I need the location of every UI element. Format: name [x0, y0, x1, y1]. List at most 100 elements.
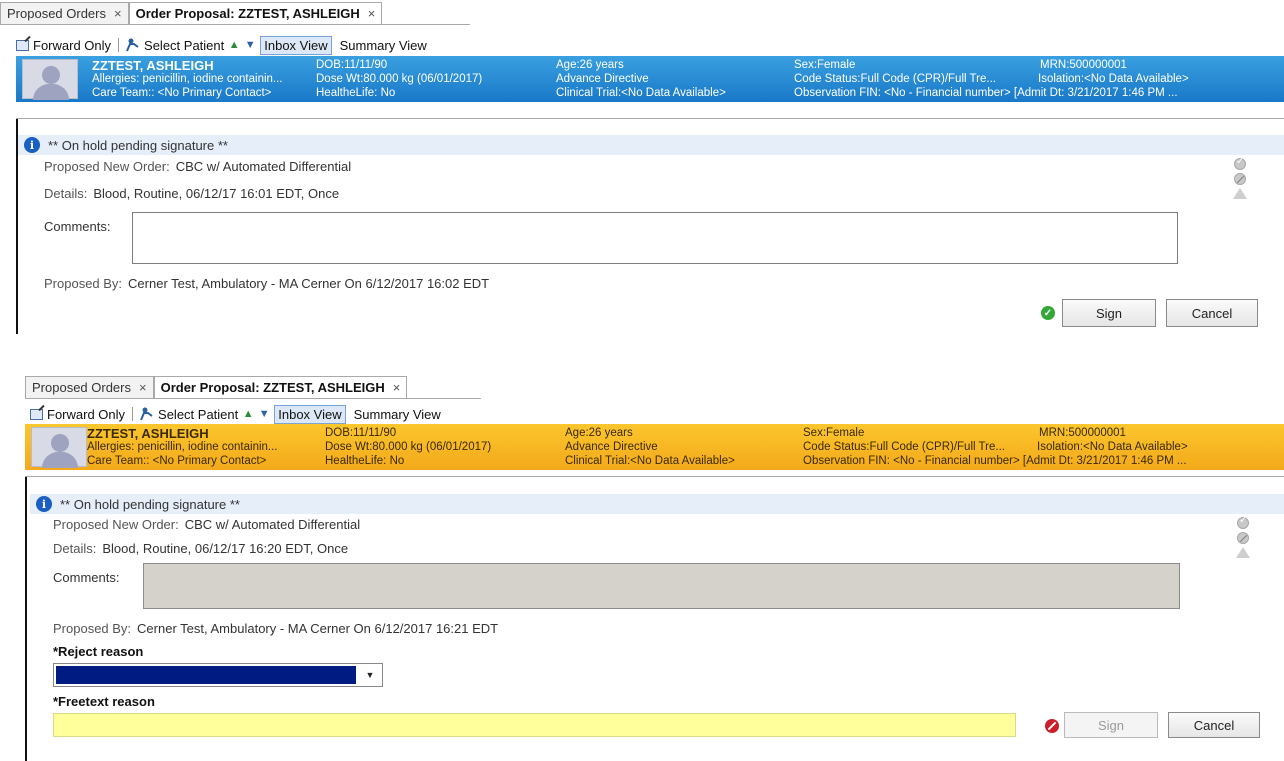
- dose-weight: Dose Wt:80.000 kg (06/01/2017): [316, 73, 483, 85]
- summary-view-button[interactable]: Summary View: [336, 36, 431, 55]
- care-team: Care Team:: <No Primary Contact>: [92, 87, 272, 99]
- toolbar: Forward Only Select Patient ▲ ▼ Inbox Vi…: [30, 404, 445, 424]
- tab-proposed-orders[interactable]: Proposed Orders ×: [0, 2, 129, 24]
- code-status: Code Status:Full Code (CPR)/Full Tre...: [794, 73, 996, 85]
- clinical-trial: Clinical Trial:<No Data Available>: [565, 455, 735, 467]
- divider: [16, 118, 1284, 119]
- cancel-button[interactable]: Cancel: [1168, 712, 1260, 738]
- tab-strip: Proposed Orders × Order Proposal: ZZTEST…: [25, 376, 408, 398]
- details-label: Details:: [44, 186, 88, 201]
- proposed-order-row: Proposed New Order: CBC w/ Automated Diff…: [44, 159, 351, 174]
- comments-label: Comments:: [44, 219, 111, 234]
- forward-icon: [16, 39, 29, 51]
- reject-reason-select[interactable]: ▼: [53, 663, 383, 687]
- avatar: [31, 427, 87, 468]
- proposed-by-row: Proposed By: Cerner Test, Ambulatory - MA…: [53, 621, 498, 636]
- check-icon: [1237, 515, 1249, 529]
- age: Age:26 years: [556, 59, 624, 71]
- cancel-icon: [1234, 173, 1246, 185]
- close-icon[interactable]: ×: [368, 6, 376, 21]
- tab-label: Proposed Orders: [32, 380, 131, 395]
- observation-fin: Observation FIN: <No - Financial number>…: [803, 455, 1187, 467]
- tab-label: Order Proposal: ZZTEST, ASHLEIGH: [135, 6, 360, 21]
- info-icon: i: [24, 137, 40, 153]
- arrow-up-icon[interactable]: ▲: [228, 39, 240, 52]
- proposed-by-value: Cerner Test, Ambulatory - MA Cerner On 6…: [128, 276, 490, 291]
- sex: Sex:Female: [794, 59, 856, 71]
- divider: [132, 407, 134, 421]
- proposed-by-value: Cerner Test, Ambulatory - MA Cerner On 6…: [137, 621, 499, 636]
- divider: [25, 398, 481, 399]
- patient-name: ZZTEST, ASHLEIGH: [92, 59, 214, 72]
- dose-weight: Dose Wt:80.000 kg (06/01/2017): [325, 441, 492, 453]
- advance-directive[interactable]: Advance Directive: [556, 73, 649, 86]
- inbox-view-button[interactable]: Inbox View: [260, 35, 332, 55]
- cancel-icon: [1237, 532, 1249, 544]
- tab-order-proposal[interactable]: Order Proposal: ZZTEST, ASHLEIGH ×: [153, 376, 408, 398]
- advance-directive[interactable]: Advance Directive: [565, 441, 658, 454]
- hold-status-text: ** On hold pending signature **: [60, 496, 240, 512]
- sign-button[interactable]: Sign: [1064, 712, 1158, 738]
- proposed-by-row: Proposed By: Cerner Test, Ambulatory - MA…: [44, 276, 489, 291]
- tab-strip: Proposed Orders × Order Proposal: ZZTEST…: [0, 2, 383, 24]
- sign-button[interactable]: Sign: [1062, 299, 1156, 327]
- freetext-reason-label: *Freetext reason: [53, 694, 155, 709]
- healthelife: HealtheLife: No: [325, 455, 405, 467]
- tab-order-proposal[interactable]: Order Proposal: ZZTEST, ASHLEIGH ×: [128, 2, 383, 24]
- avatar: [22, 59, 78, 100]
- cancel-button[interactable]: Cancel: [1166, 299, 1258, 327]
- toolbar: Forward Only Select Patient ▲ ▼ Inbox Vi…: [16, 35, 431, 55]
- code-status: Code Status:Full Code (CPR)/Full Tre...: [803, 441, 1005, 453]
- select-patient-button[interactable]: Select Patient: [158, 407, 238, 422]
- warning-icon: [1236, 547, 1250, 558]
- reject-reason-value: [56, 666, 356, 684]
- cancel-icon: [1045, 719, 1059, 733]
- allergies: Allergies: penicillin, iodine containin.…: [87, 441, 278, 453]
- forward-only-button[interactable]: Forward Only: [47, 407, 125, 422]
- chevron-down-icon[interactable]: ▼: [358, 664, 382, 686]
- inbox-view-button[interactable]: Inbox View: [274, 404, 346, 424]
- close-icon[interactable]: ×: [114, 6, 122, 21]
- proposed-order-label: Proposed New Order:: [53, 517, 179, 532]
- proposed-by-label: Proposed By:: [53, 621, 132, 636]
- proposed-order-label: Proposed New Order:: [44, 159, 170, 174]
- details-value: Blood, Routine, 06/12/17 16:20 EDT, Once: [102, 541, 349, 556]
- forward-only-button[interactable]: Forward Only: [33, 38, 111, 53]
- details-value: Blood, Routine, 06/12/17 16:01 EDT, Once: [93, 186, 340, 201]
- status-icons: [1232, 156, 1248, 199]
- comments-label: Comments:: [53, 570, 120, 585]
- person-icon: [140, 407, 153, 421]
- divider: [25, 476, 27, 761]
- person-icon: [126, 38, 139, 52]
- care-team: Care Team:: <No Primary Contact>: [87, 455, 267, 467]
- proposed-order-value: CBC w/ Automated Differential: [184, 517, 361, 532]
- proposed-order-value: CBC w/ Automated Differential: [175, 159, 352, 174]
- dob: DOB:11/11/90: [325, 427, 397, 439]
- close-icon[interactable]: ×: [393, 380, 401, 395]
- hold-status-bar: i ** On hold pending signature **: [30, 494, 1284, 514]
- patient-banner: ZZTEST, ASHLEIGH Allergies: penicillin, …: [25, 424, 1284, 470]
- dob: DOB:11/11/90: [316, 59, 388, 71]
- mrn: MRN:500000001: [1040, 59, 1127, 71]
- arrow-down-icon[interactable]: ▼: [258, 408, 270, 421]
- patient-banner: ZZTEST, ASHLEIGH Allergies: penicillin, …: [16, 56, 1284, 102]
- close-icon[interactable]: ×: [139, 380, 147, 395]
- details-label: Details:: [53, 541, 97, 556]
- freetext-reason-input[interactable]: [53, 713, 1016, 737]
- select-patient-button[interactable]: Select Patient: [144, 38, 224, 53]
- comments-field[interactable]: [143, 563, 1180, 609]
- details-row: Details: Blood, Routine, 06/12/17 16:01 E…: [44, 186, 339, 201]
- summary-view-button[interactable]: Summary View: [350, 405, 445, 424]
- check-icon: [1234, 156, 1246, 170]
- comments-field[interactable]: [132, 212, 1178, 264]
- tab-proposed-orders[interactable]: Proposed Orders ×: [25, 376, 154, 398]
- tab-label: Proposed Orders: [7, 6, 106, 21]
- observation-fin: Observation FIN: <No - Financial number>…: [794, 87, 1178, 99]
- divider: [0, 24, 470, 25]
- arrow-down-icon[interactable]: ▼: [244, 39, 256, 52]
- tab-label: Order Proposal: ZZTEST, ASHLEIGH: [160, 380, 385, 395]
- forward-icon: [30, 408, 43, 420]
- warning-icon: [1233, 188, 1247, 199]
- check-icon: ✓: [1041, 306, 1055, 320]
- arrow-up-icon[interactable]: ▲: [242, 408, 254, 421]
